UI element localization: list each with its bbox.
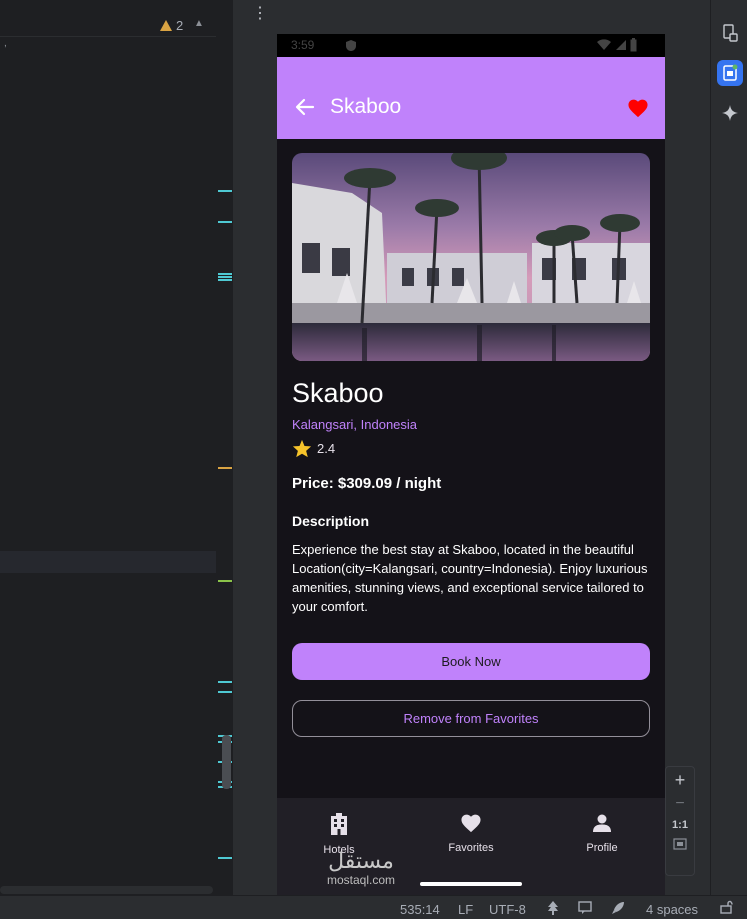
favorite-heart-icon[interactable] — [627, 98, 649, 118]
description-heading: Description — [292, 513, 370, 529]
tool-gemini[interactable] — [717, 100, 743, 126]
gutter-marker[interactable] — [218, 580, 232, 582]
tree-icon[interactable] — [547, 901, 559, 915]
nav-item-profile[interactable]: Profile — [552, 813, 652, 854]
code-editor[interactable]: 2 ▲ ▼ , — [0, 0, 233, 895]
app-bar-title: Skaboo — [330, 95, 402, 118]
previous-highlight-icon[interactable]: ▲ — [194, 18, 204, 29]
device-manager-icon — [723, 24, 738, 42]
rating-row: 2.4 — [292, 439, 335, 458]
comment-icon[interactable] — [578, 901, 592, 914]
remove-from-favorites-button[interactable]: Remove from Favorites — [292, 700, 650, 737]
more-options-icon[interactable]: ⋮ — [252, 6, 268, 22]
tool-running-devices[interactable] — [717, 60, 743, 86]
nav-label-profile: Profile — [586, 842, 618, 854]
phone-screen: 3:59 Skaboo Skaboo Kalangsari, Indonesia… — [277, 34, 665, 895]
person-icon — [593, 814, 611, 832]
nav-item-favorites[interactable]: Favorites — [421, 813, 521, 854]
hotel-price: Price: $309.09 / night — [292, 475, 442, 492]
watermark-arabic: مستقل — [328, 849, 394, 874]
gutter-marker[interactable] — [218, 681, 232, 683]
heart-icon — [461, 814, 481, 833]
top-app-bar: Skaboo — [277, 57, 665, 139]
book-now-label: Book Now — [441, 654, 501, 669]
line-ending[interactable]: LF — [458, 902, 473, 917]
caret-position[interactable]: 535:14 — [400, 902, 440, 917]
fit-screen-icon — [673, 838, 687, 850]
zoom-in-button[interactable]: + — [666, 770, 694, 791]
file-encoding[interactable]: UTF-8 — [489, 902, 526, 917]
zoom-actual-size-button[interactable]: 1:1 — [666, 819, 694, 831]
running-devices-icon — [723, 64, 738, 81]
warning-indicator[interactable]: 2 — [160, 18, 183, 33]
description-text: Experience the best stay at Skaboo, loca… — [292, 542, 648, 614]
watermark: مستقل mostaql.com — [327, 849, 396, 888]
star-icon — [292, 439, 312, 458]
gesture-handle[interactable] — [420, 882, 522, 886]
book-now-button[interactable]: Book Now — [292, 643, 650, 680]
signal-icon — [616, 40, 626, 50]
rocket-icon[interactable] — [611, 901, 625, 915]
hotel-photo — [292, 153, 650, 361]
tool-window-strip — [710, 0, 747, 895]
editor-toolbar: 2 ▲ ▼ — [0, 0, 233, 37]
gutter-marker[interactable] — [218, 691, 232, 693]
hotel-icon — [331, 813, 347, 835]
gutter-marker[interactable] — [218, 467, 232, 469]
hotel-name: Skaboo — [292, 378, 384, 408]
gutter-marker[interactable] — [218, 857, 232, 859]
back-arrow-icon[interactable] — [295, 97, 315, 117]
sparkle-icon — [722, 105, 738, 121]
wifi-icon — [597, 39, 611, 50]
indent-setting[interactable]: 4 spaces — [646, 902, 698, 917]
zoom-fit-button[interactable] — [666, 837, 694, 855]
device-status-bar: 3:59 — [277, 34, 665, 57]
horizontal-scrollbar[interactable] — [0, 886, 213, 894]
nav-label-favorites: Favorites — [448, 842, 494, 854]
code-fragment: , — [4, 38, 7, 49]
warning-icon — [160, 20, 172, 31]
vertical-scrollbar-thumb[interactable] — [222, 735, 231, 789]
remove-favorites-label: Remove from Favorites — [403, 711, 539, 726]
zoom-controls: + − 1:1 — [665, 766, 695, 876]
unlock-icon[interactable] — [720, 900, 733, 914]
warning-count: 2 — [176, 18, 184, 33]
gutter-marker[interactable] — [218, 190, 232, 192]
tool-device-manager[interactable] — [717, 20, 743, 46]
gutter-marker[interactable] — [218, 276, 232, 278]
gutter-marker[interactable] — [218, 273, 232, 275]
hotel-rating: 2.4 — [317, 441, 336, 456]
status-time: 3:59 — [291, 38, 315, 52]
gutter-marker[interactable] — [218, 221, 232, 223]
gutter-marker[interactable] — [218, 279, 232, 281]
zoom-out-button[interactable]: − — [666, 795, 694, 813]
hotel-location: Kalangsari, Indonesia — [292, 417, 418, 432]
caret-line-highlight — [0, 551, 233, 573]
watermark-latin: mostaql.com — [327, 873, 396, 887]
battery-icon — [630, 38, 637, 52]
ide-status-bar: 535:14 LF UTF-8 4 spaces — [0, 895, 747, 919]
shield-icon — [346, 40, 356, 51]
